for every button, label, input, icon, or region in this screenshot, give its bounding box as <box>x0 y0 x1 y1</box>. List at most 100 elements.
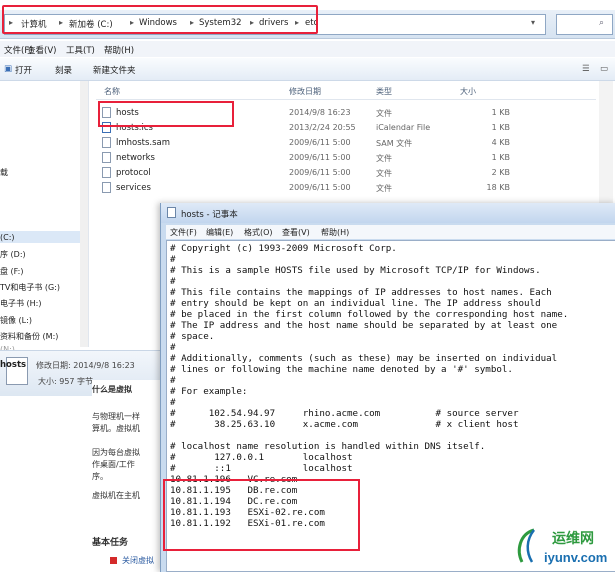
preview-pane-icon[interactable]: ▭ <box>600 64 608 74</box>
file-size: 1 KB <box>491 108 510 117</box>
notepad-icon <box>167 207 176 218</box>
file-name: lmhosts.sam <box>116 138 171 148</box>
text-line: # space. <box>170 331 215 342</box>
file-type: 文件 <box>376 154 392 163</box>
text-line: # <box>170 254 176 265</box>
file-size: 4 KB <box>491 138 510 147</box>
nav-item-drive-d[interactable]: 序 (D:) <box>0 249 26 260</box>
text-line: # 38.25.63.10 x.acme.com # x client host <box>170 419 519 430</box>
notepad-menu-view[interactable]: 查看(V) <box>282 227 310 238</box>
text-line: # ::1 localhost <box>170 463 353 474</box>
search-icon: ⌕ <box>599 18 605 28</box>
text-line: # This file contains the mappings of IP … <box>170 287 552 298</box>
status-size: 大小: 957 字节 <box>38 377 94 386</box>
site-watermark: 运维网 iyunv.com <box>512 524 612 570</box>
file-size: 1 KB <box>491 123 510 132</box>
panel-text: 虚拟机在主机 <box>92 491 140 500</box>
column-name[interactable]: 名称 <box>104 86 120 97</box>
text-line: # The IP address and the host name shoul… <box>170 320 558 331</box>
search-box[interactable]: ⌕ <box>556 14 613 35</box>
text-line: # lines or following the machine name de… <box>170 364 513 375</box>
nav-item-drive-h[interactable]: 电子书 (H:) <box>0 298 42 309</box>
nav-scrollbar[interactable] <box>80 81 88 347</box>
menu-view[interactable]: 查看(V) <box>27 44 56 56</box>
host-entries-highlight-box <box>163 479 360 551</box>
file-date: 2014/9/8 16:23 <box>289 108 351 117</box>
column-header: 名称 修改日期 类型 大小 <box>96 83 596 100</box>
notepad-title: hosts - 记事本 <box>181 210 238 220</box>
brand-domain: iyunv.com <box>544 550 608 565</box>
file-size: 1 KB <box>491 153 510 162</box>
file-type: SAM 文件 <box>376 139 413 148</box>
file-type: 文件 <box>376 169 392 178</box>
file-date: 2009/6/11 5:00 <box>289 168 351 177</box>
nav-item-drive-f[interactable]: 盘 (F:) <box>0 266 23 277</box>
column-type[interactable]: 类型 <box>376 86 392 97</box>
shutdown-vm-link[interactable]: 关闭虚拟 <box>122 555 154 566</box>
panel-text: 与物理机一样 <box>92 412 140 421</box>
text-line: # localhost name resolution is handled w… <box>170 441 486 452</box>
address-highlight-box <box>2 5 318 34</box>
status-modified: 修改日期: 2014/9/8 16:23 <box>36 361 135 370</box>
file-name: protocol <box>116 168 151 178</box>
file-row[interactable]: lmhosts.sam 2009/6/11 5:00 SAM 文件 4 KB <box>100 136 520 150</box>
text-line: # <box>170 375 176 386</box>
nav-item-drive-c[interactable]: (C:) <box>0 233 15 242</box>
notepad-titlebar[interactable]: hosts - 记事本 <box>161 203 615 223</box>
open-button[interactable]: 打开 <box>15 64 32 76</box>
new-folder-button[interactable]: 新建文件夹 <box>93 64 136 76</box>
background-panel: 什么是虚拟 与物理机一样 算机。虚拟机 因为每台虚拟 作桌面/工作 序。 虚拟机… <box>92 380 164 572</box>
file-size: 18 KB <box>486 183 510 192</box>
dropdown-arrow-icon[interactable]: ▾ <box>531 18 535 27</box>
file-icon <box>102 167 111 178</box>
file-icon <box>102 182 111 193</box>
text-line: # <box>170 397 176 408</box>
nav-item-drive-g[interactable]: TV和电子书 (G:) <box>0 282 60 293</box>
panel-text: 作桌面/工作 <box>92 460 135 469</box>
menu-tools[interactable]: 工具(T) <box>66 44 95 56</box>
file-row[interactable]: services 2009/6/11 5:00 文件 18 KB <box>100 181 520 195</box>
toolbar: ▣ 打开 刻录 新建文件夹 ☰ ▭ <box>0 58 615 81</box>
file-list-scrollbar[interactable] <box>599 81 613 206</box>
file-type: 文件 <box>376 184 392 193</box>
column-date[interactable]: 修改日期 <box>289 86 321 97</box>
text-line: # This is a sample HOSTS file used by Mi… <box>170 265 541 276</box>
nav-item[interactable]: 载 <box>0 167 8 178</box>
file-row[interactable]: networks 2009/6/11 5:00 文件 1 KB <box>100 151 520 165</box>
file-size: 2 KB <box>491 168 510 177</box>
brand-name: 运维网 <box>552 531 594 547</box>
text-line: # 127.0.0.1 localhost <box>170 452 353 463</box>
notepad-menu-help[interactable]: 帮助(H) <box>321 227 349 238</box>
panel-text: 因为每台虚拟 <box>92 448 140 457</box>
nav-item-drive-m[interactable]: 资料和备份 (M:) <box>0 331 58 342</box>
text-line: # For example: <box>170 386 248 397</box>
file-type: iCalendar File <box>376 123 431 132</box>
panel-text: 算机。虚拟机 <box>92 424 140 433</box>
power-off-icon <box>110 557 117 564</box>
text-line: # be placed in the first column followed… <box>170 309 569 320</box>
menu-help[interactable]: 帮助(H) <box>104 44 134 56</box>
notepad-menu-edit[interactable]: 编辑(E) <box>206 227 233 238</box>
notepad-menu-bar: 文件(F) 编辑(E) 格式(O) 查看(V) 帮助(H) <box>166 225 615 239</box>
text-line: # 102.54.94.97 rhino.acme.com # source s… <box>170 408 519 419</box>
basic-tasks-heading: 基本任务 <box>92 538 129 548</box>
file-icon <box>102 137 111 148</box>
text-line: # Copyright (c) 1993-2009 Microsoft Corp… <box>170 243 397 254</box>
status-file-name: hosts <box>0 360 27 370</box>
column-size[interactable]: 大小 <box>460 86 476 97</box>
file-date: 2009/6/11 5:00 <box>289 153 351 162</box>
file-date: 2009/6/11 5:00 <box>289 183 351 192</box>
notepad-menu-format[interactable]: 格式(O) <box>244 227 273 238</box>
text-line: # entry should be kept on an individual … <box>170 298 541 309</box>
burn-button[interactable]: 刻录 <box>55 64 72 76</box>
hosts-highlight-box <box>98 101 234 127</box>
open-icon: ▣ <box>4 64 13 74</box>
file-name: services <box>116 183 151 193</box>
navigation-pane: 载 (C:) 序 (D:) 盘 (F:) TV和电子书 (G:) 电子书 (H:… <box>0 81 89 354</box>
file-row[interactable]: protocol 2009/6/11 5:00 文件 2 KB <box>100 166 520 180</box>
notepad-menu-file[interactable]: 文件(F) <box>170 227 197 238</box>
text-line: # Additionally, comments (such as these)… <box>170 353 558 364</box>
nav-item-drive-l[interactable]: 镜像 (L:) <box>0 315 32 326</box>
view-options-icon[interactable]: ☰ <box>582 64 590 74</box>
menu-bar: 文件(F) 查看(V) 工具(T) 帮助(H) <box>0 41 615 57</box>
